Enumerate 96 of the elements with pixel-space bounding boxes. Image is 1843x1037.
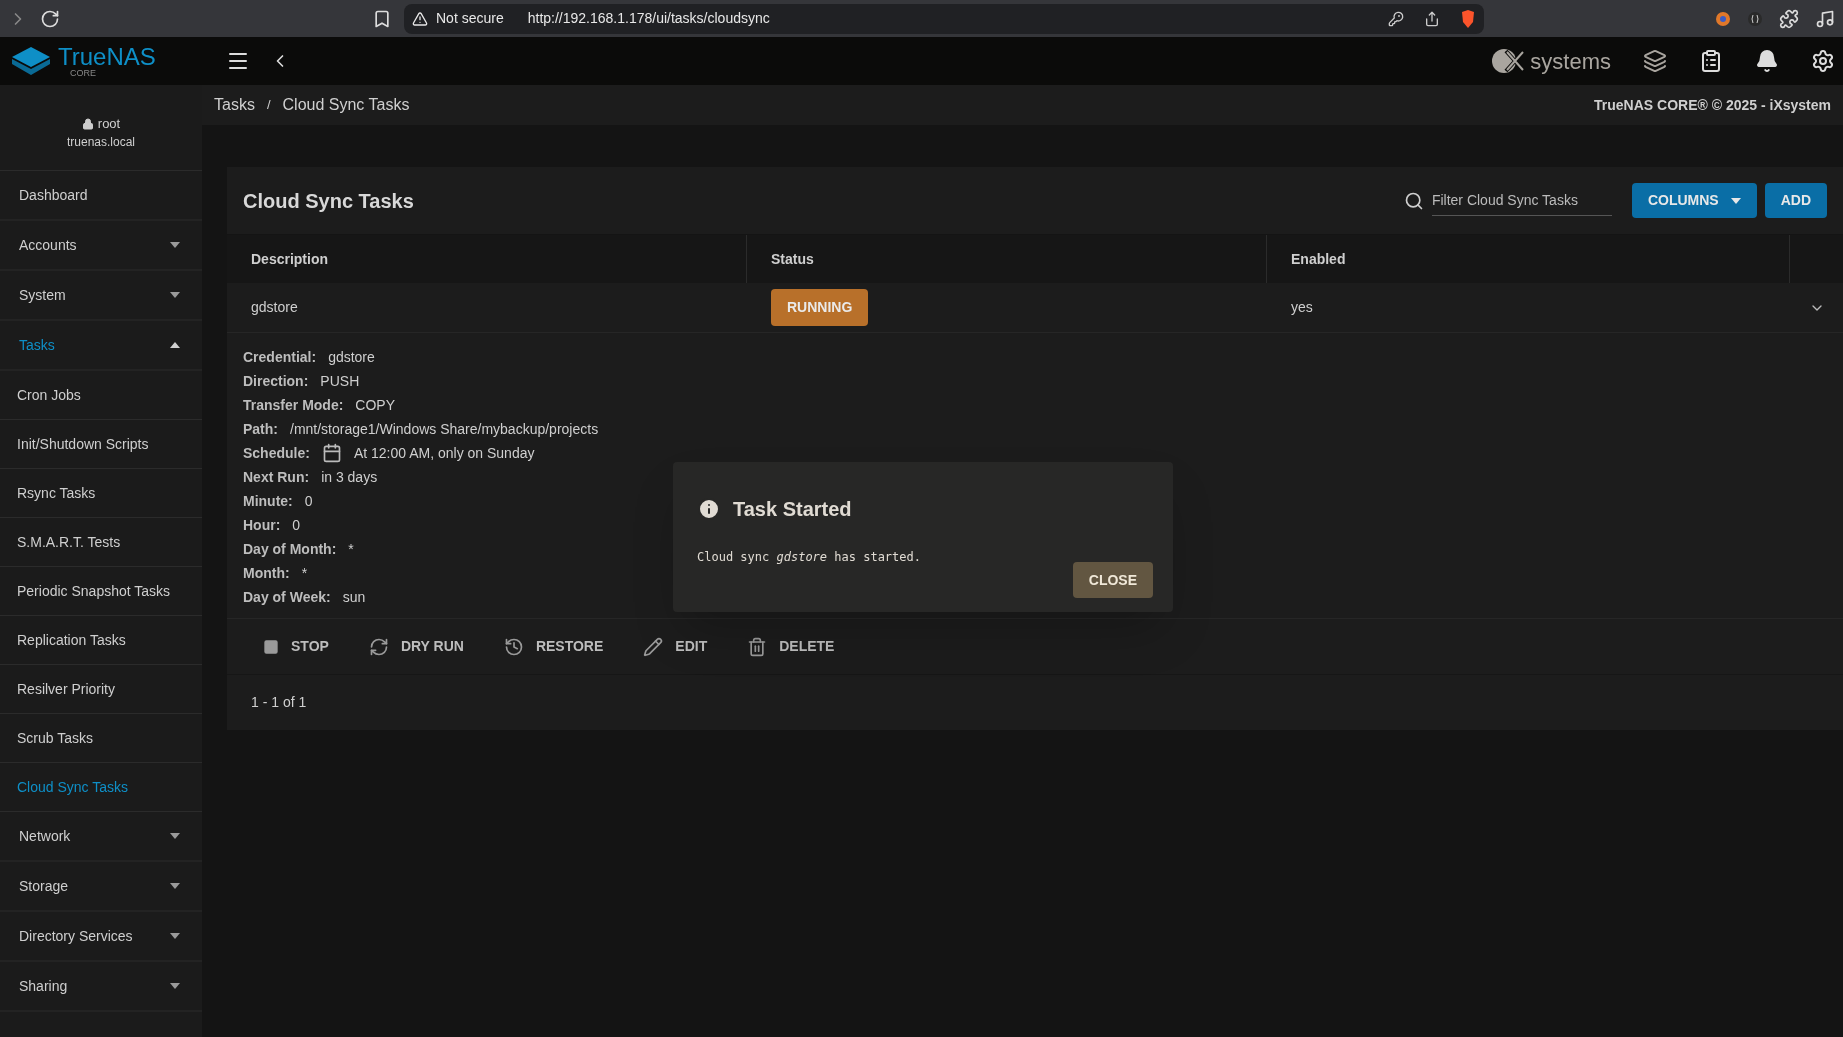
- sidebar-subitem[interactable]: Cloud Sync Tasks: [0, 763, 202, 812]
- detail-label: Schedule:: [243, 443, 310, 463]
- sidebar-item[interactable]: Dashboard: [0, 171, 202, 221]
- detail-label: Day of Week:: [243, 587, 331, 607]
- detail-label: Month:: [243, 563, 290, 583]
- notifications-icon[interactable]: [1755, 49, 1779, 73]
- sidebar-item[interactable]: System: [0, 271, 202, 321]
- action-button[interactable]: DRY RUN: [368, 636, 464, 657]
- detail-value: 0: [304, 491, 313, 511]
- breadcrumb-link[interactable]: Tasks: [214, 93, 255, 117]
- caret-icon: [1730, 197, 1741, 204]
- info-icon: [697, 497, 721, 521]
- close-button[interactable]: CLOSE: [1072, 562, 1153, 598]
- reload-icon[interactable]: [40, 8, 60, 29]
- detail-label: Minute:: [243, 491, 293, 511]
- bookmark-icon[interactable]: [372, 8, 392, 29]
- sidebar-subitem[interactable]: Rsync Tasks: [0, 469, 202, 518]
- history-icon: [503, 636, 524, 657]
- share-icon[interactable]: [1424, 10, 1440, 27]
- detail-value: PUSH: [320, 371, 360, 391]
- card-title: Cloud Sync Tasks: [243, 188, 414, 214]
- action-button[interactable]: EDIT: [643, 636, 708, 657]
- puzzle-icon[interactable]: [1779, 8, 1799, 29]
- dialog-message: Cloud sync gdstore has started.: [697, 549, 922, 566]
- sidebar-item[interactable]: Accounts: [0, 221, 202, 271]
- detail-value: 0: [292, 515, 301, 535]
- action-button[interactable]: STOP: [263, 636, 329, 657]
- table-cell-text: yes: [1291, 298, 1313, 317]
- sidebar-subitem[interactable]: Resilver Priority: [0, 665, 202, 714]
- url-text: http://192.168.1.178/ui/tasks/cloudsync: [527, 9, 770, 28]
- sidebar-subitem[interactable]: Cron Jobs: [0, 371, 202, 420]
- sidebar-subitem[interactable]: Init/Shutdown Scripts: [0, 420, 202, 469]
- extension-icon[interactable]: [1747, 10, 1763, 27]
- pencil-icon: [643, 636, 664, 657]
- detail-label: Hour:: [243, 515, 281, 535]
- logo-icon: [12, 47, 50, 75]
- copyright-text: TrueNAS CORE® © 2025 - iXsystem: [1594, 95, 1831, 115]
- vendor-logo-icon: [1492, 47, 1527, 75]
- detail-value: *: [301, 563, 308, 583]
- detail-value: COPY: [355, 395, 396, 415]
- shield-icon[interactable]: [1460, 9, 1476, 28]
- lock-icon: [81, 117, 94, 130]
- key-icon[interactable]: [1388, 10, 1404, 27]
- extension-icon[interactable]: [1715, 10, 1731, 27]
- detail-value: At 12:00 AM, only on Sunday: [353, 443, 535, 463]
- detail-value: in 3 days: [321, 467, 378, 487]
- stop-icon: [263, 638, 279, 655]
- sidebar-subitem[interactable]: Periodic Snapshot Tasks: [0, 567, 202, 616]
- calendar-icon: [321, 443, 342, 463]
- detail-label: Path:: [243, 419, 278, 439]
- trash-icon: [747, 636, 768, 657]
- status-badge: RUNNING: [771, 289, 869, 326]
- column-header[interactable]: Status: [747, 235, 1267, 283]
- layers-icon[interactable]: [1643, 49, 1667, 73]
- sidebar-subitem[interactable]: S.M.A.R.T. Tests: [0, 518, 202, 567]
- warning-icon: [412, 10, 428, 27]
- refresh-icon: [368, 636, 389, 657]
- logo-text: TrueNAS: [58, 44, 156, 69]
- detail-label: Credential:: [243, 347, 317, 367]
- detail-value: *: [348, 539, 354, 559]
- music-icon[interactable]: [1815, 8, 1835, 29]
- sidebar-subitem[interactable]: Replication Tasks: [0, 616, 202, 665]
- host-name: truenas.local: [66, 134, 135, 152]
- breadcrumb-link[interactable]: Cloud Sync Tasks: [282, 93, 410, 117]
- detail-value: gdstore: [328, 347, 375, 367]
- column-header[interactable]: Description: [227, 235, 747, 283]
- detail-label: Transfer Mode:: [243, 395, 344, 415]
- user-name: root: [97, 114, 121, 133]
- breadcrumb-separator: /: [266, 96, 271, 115]
- pagination-text: 1 - 1 of 1: [251, 693, 307, 712]
- dialog-title: Task Started: [733, 497, 852, 522]
- settings-icon[interactable]: [1811, 49, 1835, 73]
- action-button[interactable]: DELETE: [747, 636, 835, 657]
- sidebar-item[interactable]: Tasks: [0, 321, 202, 371]
- filter-field[interactable]: Filter Cloud Sync Tasks: [1431, 185, 1612, 216]
- sidebar-subitem[interactable]: Scrub Tasks: [0, 714, 202, 763]
- sidebar-item[interactable]: Directory Services: [0, 912, 202, 962]
- sidebar-item[interactable]: Network: [0, 812, 202, 862]
- logo-subtitle: CORE: [70, 68, 97, 78]
- search-icon: [1403, 190, 1424, 211]
- clipboard-icon[interactable]: [1699, 49, 1723, 73]
- add-button[interactable]: ADD: [1764, 183, 1827, 218]
- vendor-logo-text: systems: [1530, 47, 1611, 76]
- table-cell-text: gdstore: [251, 298, 298, 317]
- detail-value: /mnt/storage1/Windows Share/mybackup/projects: [290, 419, 599, 439]
- address-bar[interactable]: Not secure http://192.168.1.178/ui/tasks/cloudsync: [404, 3, 1484, 34]
- security-label: Not secure: [436, 9, 504, 28]
- detail-value: sun: [342, 587, 366, 607]
- detail-label: Day of Month:: [243, 539, 337, 559]
- detail-label: Direction:: [243, 371, 309, 391]
- sidebar-item[interactable]: Sharing: [0, 962, 202, 1012]
- columns-button[interactable]: COLUMNS: [1631, 183, 1757, 218]
- action-button[interactable]: RESTORE: [503, 636, 604, 657]
- detail-label: Next Run:: [243, 467, 310, 487]
- column-header[interactable]: Enabled: [1267, 235, 1790, 283]
- sidebar-item[interactable]: Storage: [0, 862, 202, 912]
